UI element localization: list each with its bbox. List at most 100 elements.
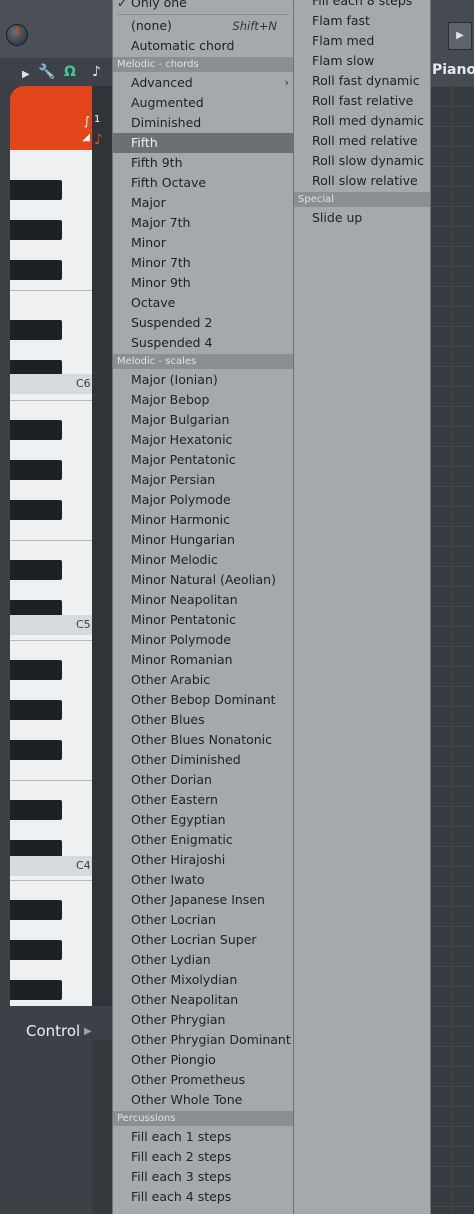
black-key[interactable] <box>10 180 62 200</box>
menu-item-other-dorian[interactable]: Other Dorian <box>113 770 293 790</box>
black-key[interactable] <box>10 900 62 920</box>
menu-item-other-lydian[interactable]: Other Lydian <box>113 950 293 970</box>
menu-item-fill-each-4-steps[interactable]: Fill each 4 steps <box>113 1187 293 1207</box>
menu-item-other-bebop-dominant[interactable]: Other Bebop Dominant <box>113 690 293 710</box>
menu-item-minor-pentatonic[interactable]: Minor Pentatonic <box>113 610 293 630</box>
menu-item-fill-each-3-steps[interactable]: Fill each 3 steps <box>113 1167 293 1187</box>
wrench-icon[interactable]: 🔧 <box>38 64 55 80</box>
menu-item-major-bulgarian[interactable]: Major Bulgarian <box>113 410 293 430</box>
menu-item-other-blues-nonatonic[interactable]: Other Blues Nonatonic <box>113 730 293 750</box>
play-arrow-icon[interactable]: ▶ <box>22 67 30 83</box>
menu-item-fifth-9th[interactable]: Fifth 9th <box>113 153 293 173</box>
menu-item-roll-slow-dynamic[interactable]: Roll slow dynamic <box>294 151 430 171</box>
menu-item-major-polymode[interactable]: Major Polymode <box>113 490 293 510</box>
menu-item-other-locrian-super[interactable]: Other Locrian Super <box>113 930 293 950</box>
menu-item-diminished[interactable]: Diminished <box>113 113 293 133</box>
menu-item-other-phrygian[interactable]: Other Phrygian <box>113 1010 293 1030</box>
control-selector[interactable]: Control <box>26 1022 80 1040</box>
menu-item-flam-slow[interactable]: Flam slow <box>294 51 430 71</box>
menu-item-major-ionian[interactable]: Major (Ionian) <box>113 370 293 390</box>
menu-item-label: Other Blues Nonatonic <box>131 732 273 747</box>
menu-item-minor-natural-aeolian[interactable]: Minor Natural (Aeolian) <box>113 570 293 590</box>
menu-item-major-hexatonic[interactable]: Major Hexatonic <box>113 430 293 450</box>
menu-item-fill-each-1-steps[interactable]: Fill each 1 steps <box>113 1127 293 1147</box>
menu-item-major-persian[interactable]: Major Persian <box>113 470 293 490</box>
black-key[interactable] <box>10 220 62 240</box>
menu-item-flam-med[interactable]: Flam med <box>294 31 430 51</box>
ghost-icon[interactable]: ◢ <box>82 132 90 143</box>
menu-item-roll-fast-dynamic[interactable]: Roll fast dynamic <box>294 71 430 91</box>
menu-item-fifth-octave[interactable]: Fifth Octave <box>113 173 293 193</box>
menu-item-major[interactable]: Major <box>113 193 293 213</box>
menu-item-slide-up[interactable]: Slide up <box>294 208 430 228</box>
menu-item-minor-melodic[interactable]: Minor Melodic <box>113 550 293 570</box>
black-key[interactable] <box>10 460 62 480</box>
menu-item-suspended-2[interactable]: Suspended 2 <box>113 313 293 333</box>
black-key[interactable] <box>10 660 62 680</box>
menu-item-roll-slow-relative[interactable]: Roll slow relative <box>294 171 430 191</box>
menu-item-other-piongio[interactable]: Other Piongio <box>113 1050 293 1070</box>
menu-item-other-eastern[interactable]: Other Eastern <box>113 790 293 810</box>
menu-item-minor-harmonic[interactable]: Minor Harmonic <box>113 510 293 530</box>
menu-item-other-phrygian-dominant[interactable]: Other Phrygian Dominant <box>113 1030 293 1050</box>
menu-item-other-japanese-insen[interactable]: Other Japanese Insen <box>113 890 293 910</box>
magnet-icon[interactable]: Ω <box>64 64 76 80</box>
menu-section-header: Percussions <box>113 1111 293 1126</box>
key-divider <box>10 880 92 881</box>
menu-item-minor-hungarian[interactable]: Minor Hungarian <box>113 530 293 550</box>
menu-item-other-mixolydian[interactable]: Other Mixolydian <box>113 970 293 990</box>
black-key[interactable] <box>10 260 62 280</box>
menu-item-major-7th[interactable]: Major 7th <box>113 213 293 233</box>
black-key[interactable] <box>10 740 62 760</box>
menu-item-fifth[interactable]: Fifth <box>113 133 293 153</box>
menu-item-other-iwato[interactable]: Other Iwato <box>113 870 293 890</box>
menu-item-fill-each-8-steps[interactable]: Fill each 8 steps <box>294 0 430 11</box>
black-key[interactable] <box>10 500 62 520</box>
menu-item-other-neapolitan[interactable]: Other Neapolitan <box>113 990 293 1010</box>
black-key[interactable] <box>10 320 62 340</box>
menu-item-roll-fast-relative[interactable]: Roll fast relative <box>294 91 430 111</box>
menu-item-minor[interactable]: Minor <box>113 233 293 253</box>
black-key[interactable] <box>10 560 62 580</box>
menu-item-octave[interactable]: Octave <box>113 293 293 313</box>
menu-item-other-diminished[interactable]: Other Diminished <box>113 750 293 770</box>
menu-item-minor-neapolitan[interactable]: Minor Neapolitan <box>113 590 293 610</box>
black-key[interactable] <box>10 800 62 820</box>
menu-item-roll-med-relative[interactable]: Roll med relative <box>294 131 430 151</box>
black-key[interactable] <box>10 940 62 960</box>
menu-item-other-whole-tone[interactable]: Other Whole Tone <box>113 1090 293 1110</box>
note-icon[interactable]: ♪ <box>92 64 101 80</box>
menu-item-other-egyptian[interactable]: Other Egyptian <box>113 810 293 830</box>
menu-item-minor-9th[interactable]: Minor 9th <box>113 273 293 293</box>
menu-item-other-hirajoshi[interactable]: Other Hirajoshi <box>113 850 293 870</box>
menu-item-minor-romanian[interactable]: Minor Romanian <box>113 650 293 670</box>
menu-item-other-prometheus[interactable]: Other Prometheus <box>113 1070 293 1090</box>
black-key[interactable] <box>10 420 62 440</box>
menu-item-suspended-4[interactable]: Suspended 4 <box>113 333 293 353</box>
menu-item-other-enigmatic[interactable]: Other Enigmatic <box>113 830 293 850</box>
menu-item-label: Minor 9th <box>131 275 191 290</box>
black-key[interactable] <box>10 700 62 720</box>
menu-item-minor-polymode[interactable]: Minor Polymode <box>113 630 293 650</box>
menu-item-minor-7th[interactable]: Minor 7th <box>113 253 293 273</box>
menu-item-other-locrian[interactable]: Other Locrian <box>113 910 293 930</box>
stretch-icon[interactable]: ∫ <box>84 114 90 128</box>
menu-item-none[interactable]: (none) Shift+N <box>113 16 293 36</box>
menu-item-advanced[interactable]: Advanced › <box>113 73 293 93</box>
menu-item-other-arabic[interactable]: Other Arabic <box>113 670 293 690</box>
menu-item-augmented[interactable]: Augmented <box>113 93 293 113</box>
menu-item-major-bebop[interactable]: Major Bebop <box>113 390 293 410</box>
play-button[interactable]: ▶ <box>448 22 472 50</box>
menu-item-flam-fast[interactable]: Flam fast <box>294 11 430 31</box>
note-grid[interactable] <box>430 86 474 1214</box>
master-knob[interactable] <box>6 24 28 46</box>
menu-item-roll-med-dynamic[interactable]: Roll med dynamic <box>294 111 430 131</box>
menu-item-label: Flam slow <box>312 53 375 68</box>
menu-item-fill-each-2-steps[interactable]: Fill each 2 steps <box>113 1147 293 1167</box>
menu-item-automatic-chord[interactable]: Automatic chord <box>113 36 293 56</box>
piano-keyboard[interactable] <box>10 150 92 1006</box>
menu-item-other-blues[interactable]: Other Blues <box>113 710 293 730</box>
menu-item-only-one[interactable]: ✓ Only one <box>113 0 293 13</box>
black-key[interactable] <box>10 980 62 1000</box>
menu-item-major-pentatonic[interactable]: Major Pentatonic <box>113 450 293 470</box>
